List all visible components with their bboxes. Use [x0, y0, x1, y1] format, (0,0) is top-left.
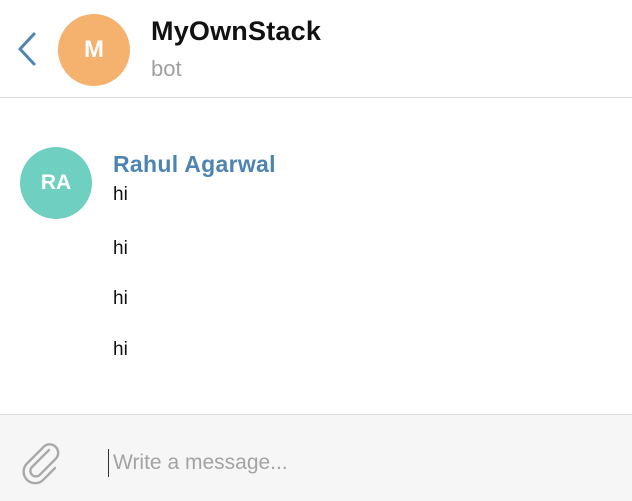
message-input[interactable]: [108, 449, 613, 477]
attach-button[interactable]: [18, 439, 64, 485]
chat-subtitle: bot: [151, 56, 182, 81]
chat-avatar-initial: M: [84, 36, 104, 63]
message-text: hi: [113, 238, 128, 259]
message-list: RA Rahul Agarwal hi hi hi hi: [0, 98, 632, 414]
back-button[interactable]: [14, 30, 44, 68]
paperclip-icon: [22, 443, 60, 485]
sender-name[interactable]: Rahul Agarwal: [113, 151, 276, 178]
sender-avatar[interactable]: RA: [20, 147, 92, 219]
message-text: hi: [113, 288, 128, 309]
chat-header: M MyOwnStack bot: [0, 0, 632, 98]
chat-window: M MyOwnStack bot RA Rahul Agarwal hi hi …: [0, 0, 632, 501]
chat-title[interactable]: MyOwnStack: [151, 16, 321, 47]
message-text: hi: [113, 339, 128, 360]
chevron-left-icon: [18, 32, 36, 66]
message-text: hi: [113, 184, 128, 205]
message-composer: [0, 414, 632, 501]
sender-avatar-initials: RA: [40, 171, 72, 194]
chat-avatar[interactable]: M: [58, 14, 130, 86]
